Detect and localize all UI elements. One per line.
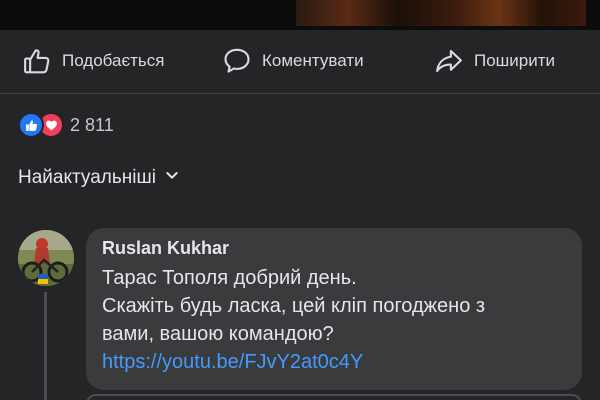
speech-bubble-icon <box>222 46 252 76</box>
like-label: Подобається <box>62 51 165 70</box>
next-comment-bubble[interactable] <box>86 394 582 400</box>
share-button[interactable]: Поширити <box>434 46 555 76</box>
like-reaction-icon <box>18 112 44 138</box>
sort-label: Найактуальніші <box>18 167 156 188</box>
post-action-bar: Подобається Коментувати Поширити <box>0 38 600 84</box>
share-arrow-icon <box>434 46 464 76</box>
reactions-summary[interactable]: 2 811 <box>18 112 114 138</box>
reaction-count: 2 811 <box>70 114 114 135</box>
video-thumbnail[interactable] <box>296 0 586 26</box>
comment-link[interactable]: https://youtu.be/FJvY2at0c4Y <box>102 351 363 373</box>
post-view: Подобається Коментувати Поширити 2 811 Н… <box>0 0 600 400</box>
video-strip <box>0 0 600 30</box>
comment-label: Коментувати <box>262 51 364 70</box>
avatar[interactable] <box>18 230 74 286</box>
comment-author[interactable]: Ruslan Kukhar <box>102 238 566 259</box>
divider <box>0 93 600 94</box>
reply-thread-line <box>44 292 47 400</box>
share-label: Поширити <box>474 51 556 70</box>
comment-line: вами, вашою командою? <box>102 323 334 345</box>
comment-line: Скажіть будь ласка, цей кліп погоджено з <box>102 295 486 317</box>
like-button[interactable]: Подобається <box>22 46 165 76</box>
chevron-down-icon <box>164 167 180 189</box>
comment-sort-dropdown[interactable]: Найактуальніші <box>18 167 180 189</box>
thumbs-up-icon <box>22 46 52 76</box>
comment-line: Тарас Тополя добрий день. <box>102 267 357 289</box>
comment-button[interactable]: Коментувати <box>222 46 364 76</box>
comment-bubble[interactable]: Ruslan Kukhar Тарас Тополя добрий день. … <box>86 228 582 390</box>
